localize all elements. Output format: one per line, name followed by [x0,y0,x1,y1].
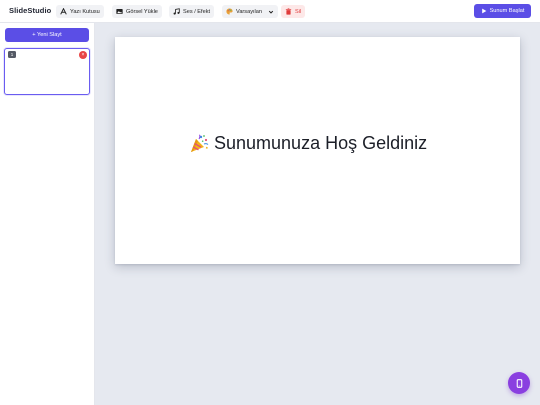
upload-image-label: Görsel Yükle [126,8,158,15]
audio-effect-button[interactable]: Ses / Efekt [169,5,215,18]
slide-title-text[interactable]: Sunumunuza Hoş Geldiniz [189,133,427,154]
theme-select[interactable]: Varsayılan [222,5,279,18]
text-icon [60,8,67,15]
delete-slide-button[interactable]: × [79,51,87,59]
music-note-icon [173,8,180,15]
slide-sidebar: + Yeni Slayt 1 × [0,23,95,405]
textbox-label: Yazı Kutusu [70,8,100,15]
mobile-device-icon [516,378,522,388]
new-slide-button[interactable]: + Yeni Slayt [5,28,89,42]
party-popper-icon [189,134,209,154]
delete-label: Sil [295,8,302,15]
theme-select-value: Varsayılan [236,8,263,15]
image-icon [116,9,123,14]
slide-title: Sunumunuza Hoş Geldiniz [214,133,428,153]
mobile-view-button[interactable] [508,372,530,394]
slide-thumbnail[interactable]: 1 × [4,48,90,95]
slide-canvas[interactable]: Sunumunuza Hoş Geldiniz [115,37,520,264]
chevron-down-icon [268,10,274,14]
start-presentation-button[interactable]: Sunum Başlat [474,4,531,18]
app-title: SlideStudio [9,6,52,15]
palette-icon [226,8,233,15]
start-presentation-label: Sunum Başlat [489,8,525,14]
slide-number-badge: 1 [8,51,16,58]
trash-icon [285,8,292,15]
upload-image-button[interactable]: Görsel Yükle [112,5,162,18]
audio-effect-label: Ses / Efekt [183,8,211,15]
textbox-button[interactable]: Yazı Kutusu [56,5,104,18]
delete-button[interactable]: Sil [281,5,306,18]
play-icon [481,8,486,14]
top-toolbar: SlideStudio Yazı Kutusu Görsel Yükle Ses… [0,0,540,23]
